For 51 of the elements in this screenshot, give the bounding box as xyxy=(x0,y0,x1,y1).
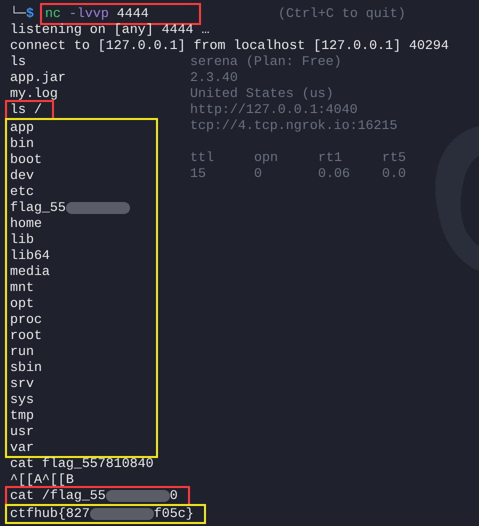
output-text: cat flag_557810840 xyxy=(10,456,154,472)
output-text: media xyxy=(10,264,50,280)
background-text: 15 xyxy=(190,166,207,182)
output-text: mnt xyxy=(10,280,34,296)
output-text: dev xyxy=(10,168,34,184)
output-text: etc xyxy=(10,184,34,200)
output-text: connect to [127.0.0.1] from localhost [127.0.0.1] 40294 xyxy=(10,38,449,54)
output-text: tmp xyxy=(10,408,34,424)
background-text: 0.06 xyxy=(318,166,351,182)
output-text: app.jar xyxy=(10,70,66,86)
prompt-symbol: └─$ xyxy=(10,6,34,22)
output-text: srv xyxy=(10,376,34,392)
redaction-blur xyxy=(90,508,154,520)
output-text: run xyxy=(10,344,34,360)
output-text: cat /flag_55 xyxy=(10,488,106,504)
output-text: ls / xyxy=(10,102,42,118)
output-text: 0 xyxy=(170,488,178,504)
background-text: United States (us) xyxy=(190,86,335,102)
output-text: boot xyxy=(10,152,42,168)
background-text: serena (Plan: Free) xyxy=(190,54,343,70)
redaction-blur xyxy=(106,490,170,502)
background-text: 2.3.40 xyxy=(190,70,239,86)
output-text: lib xyxy=(10,232,34,248)
output-text: app xyxy=(10,120,34,136)
background-text: ttl xyxy=(190,150,215,166)
redaction-blur xyxy=(66,202,130,214)
output-text: ls xyxy=(10,54,26,70)
background-text: 0 xyxy=(254,166,263,182)
output-text: sbin xyxy=(10,360,42,376)
output-text: var xyxy=(10,440,34,456)
output-text: lib64 xyxy=(10,248,50,264)
output-text: proc xyxy=(10,312,42,328)
background-text: tcp://4.tcp.ngrok.io:16215 xyxy=(190,118,398,134)
output-text: my.log xyxy=(10,86,58,102)
background-text: opn xyxy=(254,150,279,166)
output-text: bin xyxy=(10,136,34,152)
output-text: sys xyxy=(10,392,34,408)
output-text: usr xyxy=(10,424,34,440)
output-text: home xyxy=(10,216,42,232)
output-text: ctfhub{827 xyxy=(10,506,90,522)
background-text: 0.0 xyxy=(382,166,407,182)
output-text: root xyxy=(10,328,42,344)
output-text: listening on [any] 4444 … xyxy=(10,22,210,38)
output-text: f05c} xyxy=(154,506,194,522)
output-text: flag_55 xyxy=(10,200,66,216)
background-text: rt1 xyxy=(318,150,343,166)
output-text: ^[[A^[[B xyxy=(10,472,74,488)
output-text: opt xyxy=(10,296,34,312)
background-text: rt5 xyxy=(382,150,407,166)
background-text: (Ctrl+C to quit) xyxy=(277,6,407,22)
background-text: http://127.0.0.1:4040 xyxy=(190,102,359,118)
